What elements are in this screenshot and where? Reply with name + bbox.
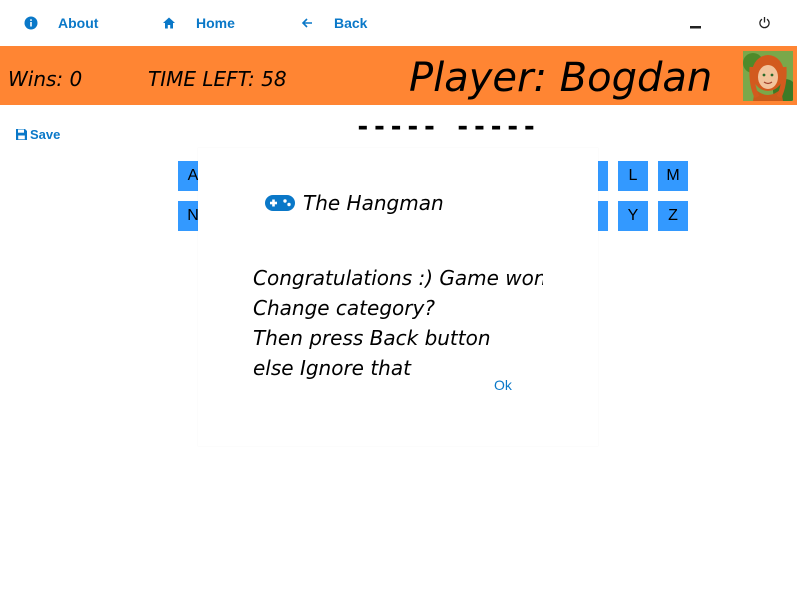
letter-key-z[interactable]: Z <box>658 201 688 231</box>
about-label: About <box>58 15 99 31</box>
back-label: Back <box>334 15 368 31</box>
dialog-title-text: The Hangman <box>303 191 444 215</box>
letter-key-y[interactable]: Y <box>618 201 648 231</box>
info-icon <box>24 16 38 30</box>
game-won-dialog: The Hangman Congratulations :) Game won … <box>198 148 598 446</box>
dialog-message: Congratulations :) Game won Change categ… <box>253 263 543 383</box>
dialog-line: Then press Back button <box>253 326 491 350</box>
dialog-line: Change category? <box>253 296 435 320</box>
power-icon <box>758 14 771 33</box>
letter-key-l[interactable]: L <box>618 161 648 191</box>
avatar <box>743 51 793 101</box>
home-label: Home <box>196 15 235 31</box>
gamepad-icon <box>264 192 296 214</box>
letter-key-m[interactable]: M <box>658 161 688 191</box>
letter-key-partial[interactable] <box>598 161 608 191</box>
save-label: Save <box>30 127 61 142</box>
save-button[interactable]: Save <box>15 127 60 142</box>
time-left: TIME LEFT: 58 <box>148 67 287 91</box>
floppy-disk-icon <box>15 128 28 141</box>
dialog-line: Congratulations :) Game won <box>253 266 543 290</box>
arrow-left-icon <box>300 16 314 30</box>
minimize-button[interactable] <box>681 10 711 36</box>
wins-counter: Wins: 0 <box>8 67 83 91</box>
power-button[interactable] <box>749 10 779 36</box>
ok-button[interactable]: Ok <box>494 377 512 393</box>
home-button[interactable]: Home <box>162 0 235 46</box>
back-button[interactable]: Back <box>300 0 367 46</box>
hidden-word: ----- ----- <box>355 112 539 142</box>
minimize-icon <box>690 14 702 33</box>
top-navigation-bar: About Home Back <box>0 0 797 46</box>
home-icon <box>162 16 176 30</box>
player-name: Player: Bogdan <box>409 55 713 101</box>
dialog-title: The Hangman <box>264 191 444 215</box>
letter-key-partial[interactable] <box>598 201 608 231</box>
about-button[interactable]: About <box>24 0 98 46</box>
